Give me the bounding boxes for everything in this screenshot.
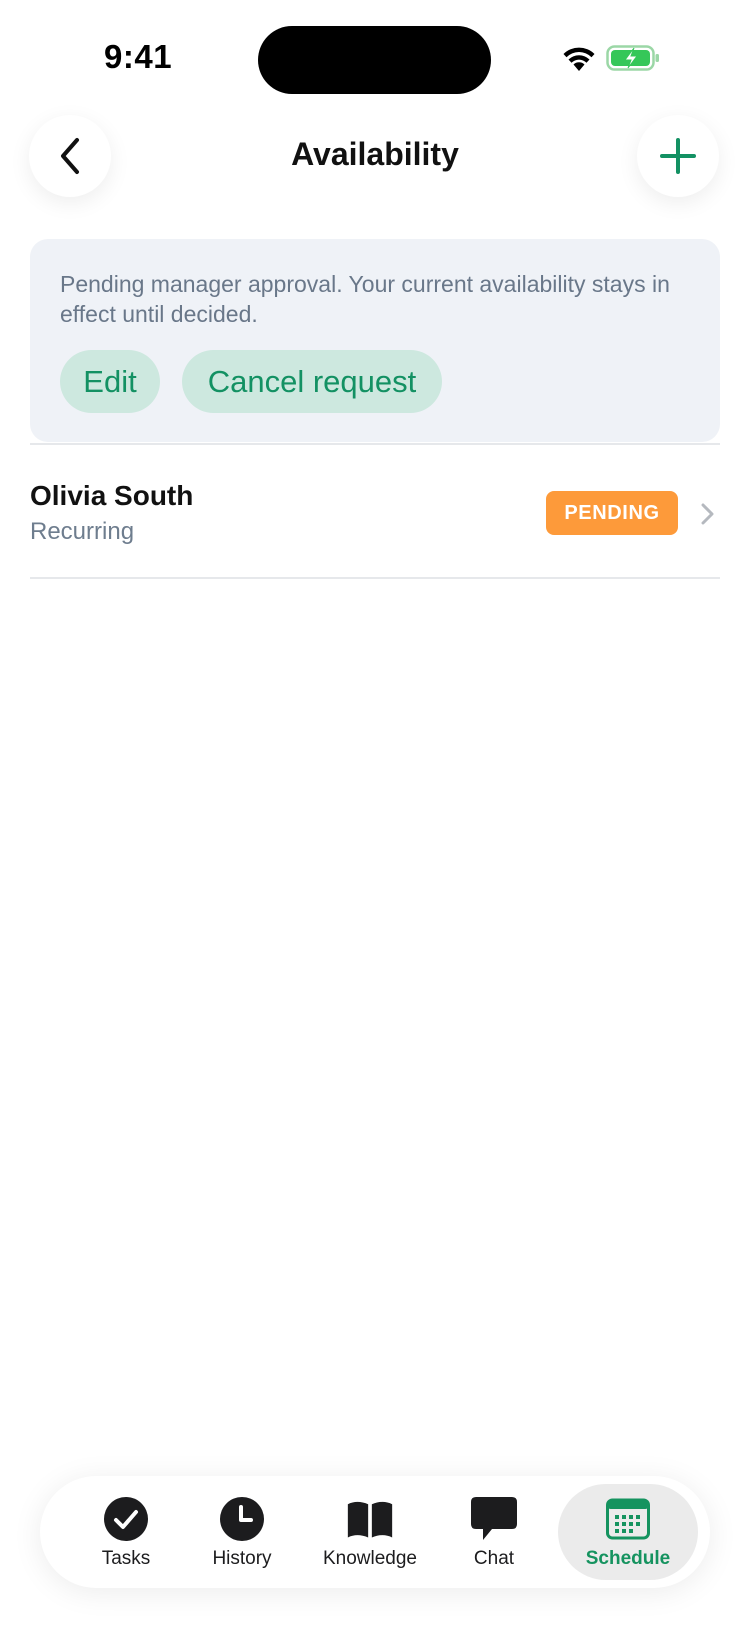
book-icon <box>346 1496 394 1542</box>
tab-label: Tasks <box>101 1548 151 1569</box>
calendar-icon <box>604 1496 652 1542</box>
notice-message: Pending manager approval. Your current a… <box>60 271 670 327</box>
tab-bar: Tasks History Knowledge Chat Schedule <box>40 1476 710 1588</box>
tab-label: Chat <box>473 1548 515 1569</box>
chevron-right-icon <box>701 503 714 525</box>
availability-type: Recurring <box>30 518 135 545</box>
dynamic-island <box>258 26 491 94</box>
status-time: 9:41 <box>104 38 173 75</box>
divider <box>30 577 720 579</box>
battery-charging-icon <box>606 45 659 71</box>
check-circle-icon <box>102 1496 150 1542</box>
tab-tasks[interactable]: Tasks <box>70 1484 182 1580</box>
chat-bubble-icon <box>470 1496 518 1542</box>
cancel-request-button[interactable]: Cancel request <box>182 350 442 413</box>
availability-row[interactable]: Olivia South Recurring PENDING <box>30 446 720 578</box>
clock-icon <box>218 1496 266 1542</box>
tab-schedule[interactable]: Schedule <box>558 1484 698 1580</box>
tab-history[interactable]: History <box>186 1484 298 1580</box>
tab-label: Schedule <box>585 1548 671 1569</box>
tab-label: Knowledge <box>322 1548 418 1569</box>
add-availability-button[interactable] <box>637 115 719 197</box>
employee-name: Olivia South <box>30 480 194 511</box>
edit-button[interactable]: Edit <box>60 350 160 413</box>
tab-label: History <box>212 1548 272 1569</box>
tab-knowledge[interactable]: Knowledge <box>302 1484 438 1580</box>
wifi-icon <box>563 47 595 71</box>
pending-approval-notice: Pending manager approval. Your current a… <box>30 239 720 442</box>
plus-icon <box>660 138 696 174</box>
divider <box>30 443 720 445</box>
status-badge: PENDING <box>546 491 678 535</box>
tab-chat[interactable]: Chat <box>444 1484 544 1580</box>
